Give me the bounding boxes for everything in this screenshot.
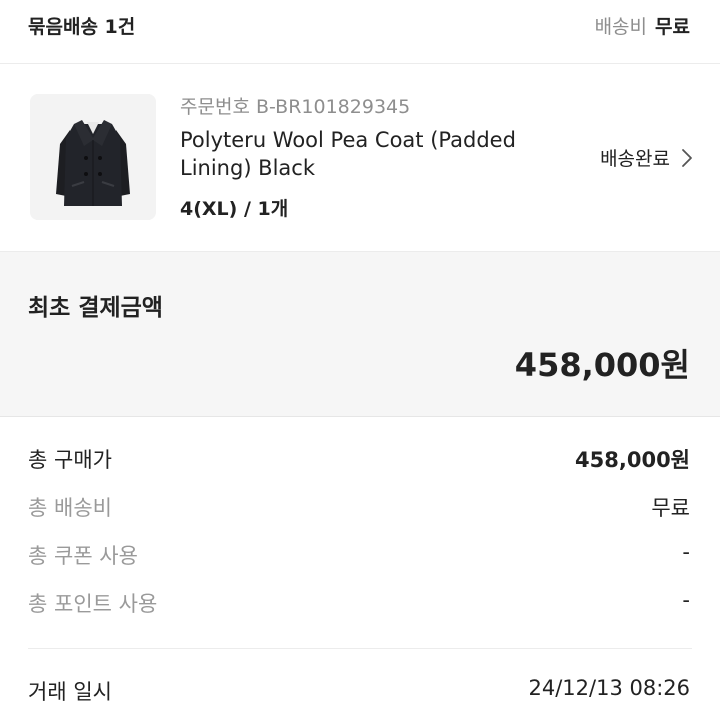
order-detail-page: 묶음배송 1건 배송비 무료 주문번호 B-BR101829345 Polyte… [0,0,720,720]
delivery-status-link[interactable]: 배송완료 [600,144,694,171]
total-price-row: 총 구매가 458,000원 [0,444,720,478]
coat-image [30,94,156,220]
trade-datetime-label: 거래 일시 [28,680,112,704]
product-row[interactable]: 주문번호 B-BR101829345 Polyteru Wool Pea Coa… [0,64,720,252]
payment-amount: 458,000원 [514,346,690,384]
product-thumbnail[interactable] [30,94,156,220]
initial-payment-block: 최초 결제금액 458,000원 [0,252,720,417]
total-shipping-row: 총 배송비 무료 [0,492,720,526]
shipping-fee-label: 배송비 [594,16,648,38]
shipping-fee-value: 무료 [655,16,690,38]
delivery-status-label: 배송완료 [600,148,670,170]
bundle-title: 묶음배송 1건 [28,16,136,38]
total-shipping-value: 무료 [651,496,690,520]
chevron-right-icon [682,148,692,167]
point-usage-row: 총 포인트 사용 - [0,588,720,622]
trade-datetime-value: 24/12/13 08:26 [528,676,690,700]
coupon-usage-value: - [682,540,690,564]
product-name[interactable]: Polyteru Wool Pea Coat (Padded Lining) B… [180,126,560,182]
payment-title: 최초 결제금액 [28,295,163,321]
point-usage-label: 총 포인트 사용 [28,592,158,616]
order-number: 주문번호 B-BR101829345 [180,96,411,118]
total-shipping-label: 총 배송비 [28,496,112,520]
shipping-fee-info: 배송비 무료 [595,12,690,39]
point-usage-value: - [682,588,690,612]
total-price-label: 총 구매가 [28,448,112,472]
total-price-value: 458,000원 [575,448,690,472]
bundle-header: 묶음배송 1건 배송비 무료 [0,0,720,64]
section-divider [28,648,692,649]
coupon-usage-row: 총 쿠폰 사용 - [0,540,720,574]
product-option: 4(XL) / 1개 [180,198,289,220]
trade-datetime-row: 거래 일시 24/12/13 08:26 [0,676,720,710]
coupon-usage-label: 총 쿠폰 사용 [28,544,138,568]
